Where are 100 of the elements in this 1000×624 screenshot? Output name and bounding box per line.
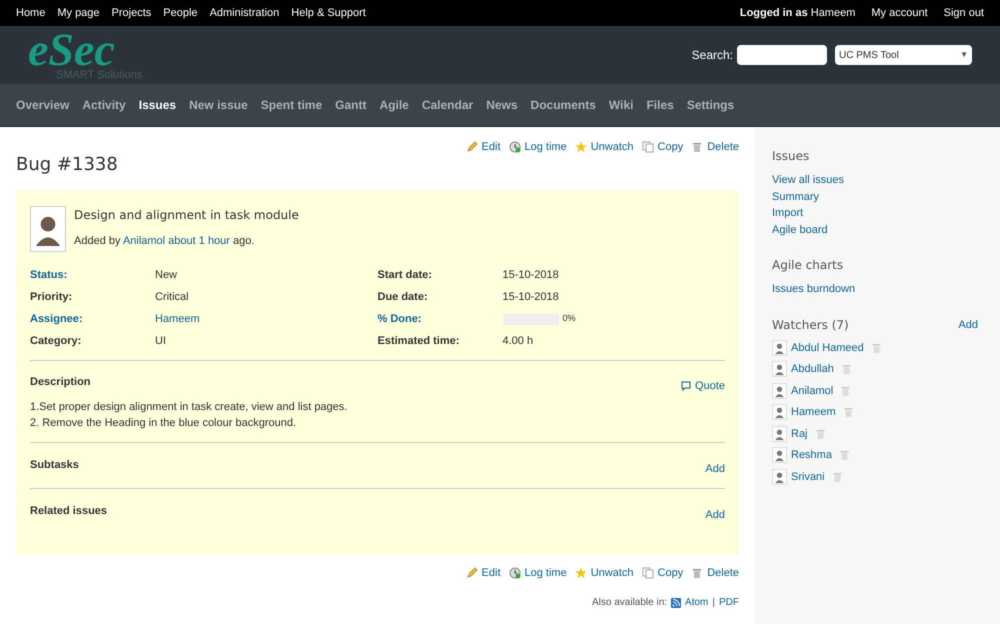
avatar-icon [30, 206, 66, 252]
copy-icon [642, 566, 654, 579]
user-link[interactable]: Hameem [810, 6, 856, 19]
action-link[interactable]: Unwatch [574, 139, 634, 156]
project-select[interactable]: UC PMS Tool ▼ [835, 45, 972, 65]
avatar-icon [772, 361, 787, 378]
description-line: 2. Remove the Heading in the blue colour background. [30, 416, 298, 430]
avatar-icon [772, 468, 787, 485]
top-menu-link[interactable]: My page [57, 4, 100, 22]
sidebar-link[interactable]: Agile board [772, 224, 828, 236]
attribute-value: Critical [155, 290, 189, 305]
pencil-icon [466, 566, 478, 579]
action-link[interactable]: Copy [642, 139, 684, 156]
copy-icon [642, 141, 654, 154]
top-menu-link[interactable]: Projects [112, 4, 152, 22]
trash-icon [691, 141, 704, 154]
trash-icon[interactable] [832, 472, 842, 482]
menu-tab[interactable]: Gantt [335, 96, 366, 114]
menu-tab[interactable]: Agile [379, 96, 409, 114]
separator: | [712, 596, 715, 610]
trash-icon[interactable] [844, 407, 853, 418]
attribute-value: 15-10-2018 [502, 290, 559, 305]
section-heading: Related issues [30, 504, 108, 519]
top-menu-link[interactable]: Home [16, 4, 46, 22]
menu-tab[interactable]: New issue [189, 96, 248, 114]
avatar-icon [772, 447, 787, 464]
sidebar-heading: Agile charts [772, 257, 844, 274]
menu-tab[interactable]: Documents [530, 96, 596, 114]
action-link[interactable]: Delete [691, 139, 739, 156]
search-field[interactable] [737, 45, 827, 65]
attribute-label: % Done: [378, 312, 422, 327]
watcher-link[interactable]: Srivani [791, 468, 825, 485]
account-link[interactable]: Sign out [944, 4, 984, 22]
action-link[interactable]: Log time [508, 139, 567, 156]
trash-icon[interactable] [841, 386, 850, 396]
menu-tab[interactable]: Wiki [608, 96, 634, 114]
sidebar-heading: Watchers (7) [772, 316, 849, 334]
section-heading: Subtasks [30, 458, 79, 472]
avatar-icon [772, 340, 787, 356]
menu-tab[interactable]: Overview [16, 96, 70, 114]
attribute-label: Status: [30, 268, 68, 283]
trash-icon[interactable] [842, 364, 851, 374]
menu-tab[interactable]: Settings [686, 96, 734, 114]
pencil-icon [466, 141, 478, 154]
menu-tab[interactable]: Spent time [260, 96, 322, 114]
action-link[interactable]: Copy [642, 564, 684, 581]
add-link[interactable]: Add [705, 507, 725, 524]
action-link[interactable]: Unwatch [574, 564, 634, 581]
menu-tab[interactable]: News [486, 96, 518, 114]
watcher-link[interactable]: Reshma [791, 447, 832, 464]
also-available-label: Also available in: [592, 596, 668, 610]
trash-icon[interactable] [840, 450, 849, 460]
author-link[interactable]: Anilamol [122, 235, 166, 247]
attribute-label: Assignee: [30, 312, 84, 327]
trash-icon[interactable] [816, 428, 825, 439]
author-line: Added by Anilamol about 1 hour ago. [74, 234, 256, 249]
account-link[interactable]: My account [871, 4, 928, 22]
feed-icon [671, 598, 682, 608]
action-link[interactable]: Log time [508, 564, 567, 581]
watcher-link[interactable]: Abdullah [791, 361, 834, 378]
search-label: Search: [692, 47, 733, 64]
attribute-label: Estimated time: [378, 334, 460, 349]
menu-tab[interactable]: Issues [138, 96, 176, 114]
age-link[interactable]: about 1 hour [168, 235, 230, 247]
trash-icon[interactable] [872, 342, 881, 353]
sidebar-link[interactable]: Import [772, 207, 804, 219]
avatar-icon [772, 426, 787, 442]
top-menu-link[interactable]: People [163, 4, 198, 22]
watcher-link[interactable]: Anilamol [791, 382, 834, 399]
watcher-link[interactable]: Raj [791, 426, 808, 442]
menu-tab[interactable]: Files [646, 96, 674, 114]
sidebar-link[interactable]: View all issues [772, 174, 844, 186]
avatar-icon [772, 382, 787, 399]
action-link[interactable]: Edit [466, 139, 501, 156]
watcher-link[interactable]: Abdul Hameed [791, 340, 864, 356]
action-link[interactable]: Delete [691, 564, 739, 581]
progress-percent: 0% [562, 312, 576, 326]
attribute-label: Due date: [378, 290, 429, 305]
quote-link[interactable]: Quote [681, 378, 725, 394]
add-watcher-link[interactable]: Add [958, 317, 978, 334]
attribute-value: Hameem [155, 312, 200, 327]
add-link[interactable]: Add [705, 460, 725, 477]
logo: eSec [28, 30, 115, 70]
attribute-label: Category: [30, 334, 82, 349]
speech-bubble-icon [681, 381, 692, 392]
trash-icon [691, 566, 704, 579]
format-link[interactable]: Atom [685, 595, 708, 610]
top-menu-link[interactable]: Help & Support [291, 4, 366, 22]
action-link[interactable]: Edit [466, 564, 501, 581]
top-menu-link[interactable]: Administration [210, 4, 280, 22]
sidebar-link[interactable]: Summary [772, 190, 820, 202]
section-heading: Description [30, 375, 91, 390]
attribute-value: UI [155, 334, 166, 349]
menu-tab[interactable]: Calendar [422, 96, 474, 114]
star-icon [574, 566, 587, 579]
format-link[interactable]: PDF [719, 595, 739, 610]
issue-subject: Design and alignment in task module [74, 207, 299, 224]
watcher-link[interactable]: Hameem [791, 404, 836, 420]
sidebar-link[interactable]: Issues burndown [772, 283, 856, 295]
menu-tab[interactable]: Activity [82, 96, 126, 114]
